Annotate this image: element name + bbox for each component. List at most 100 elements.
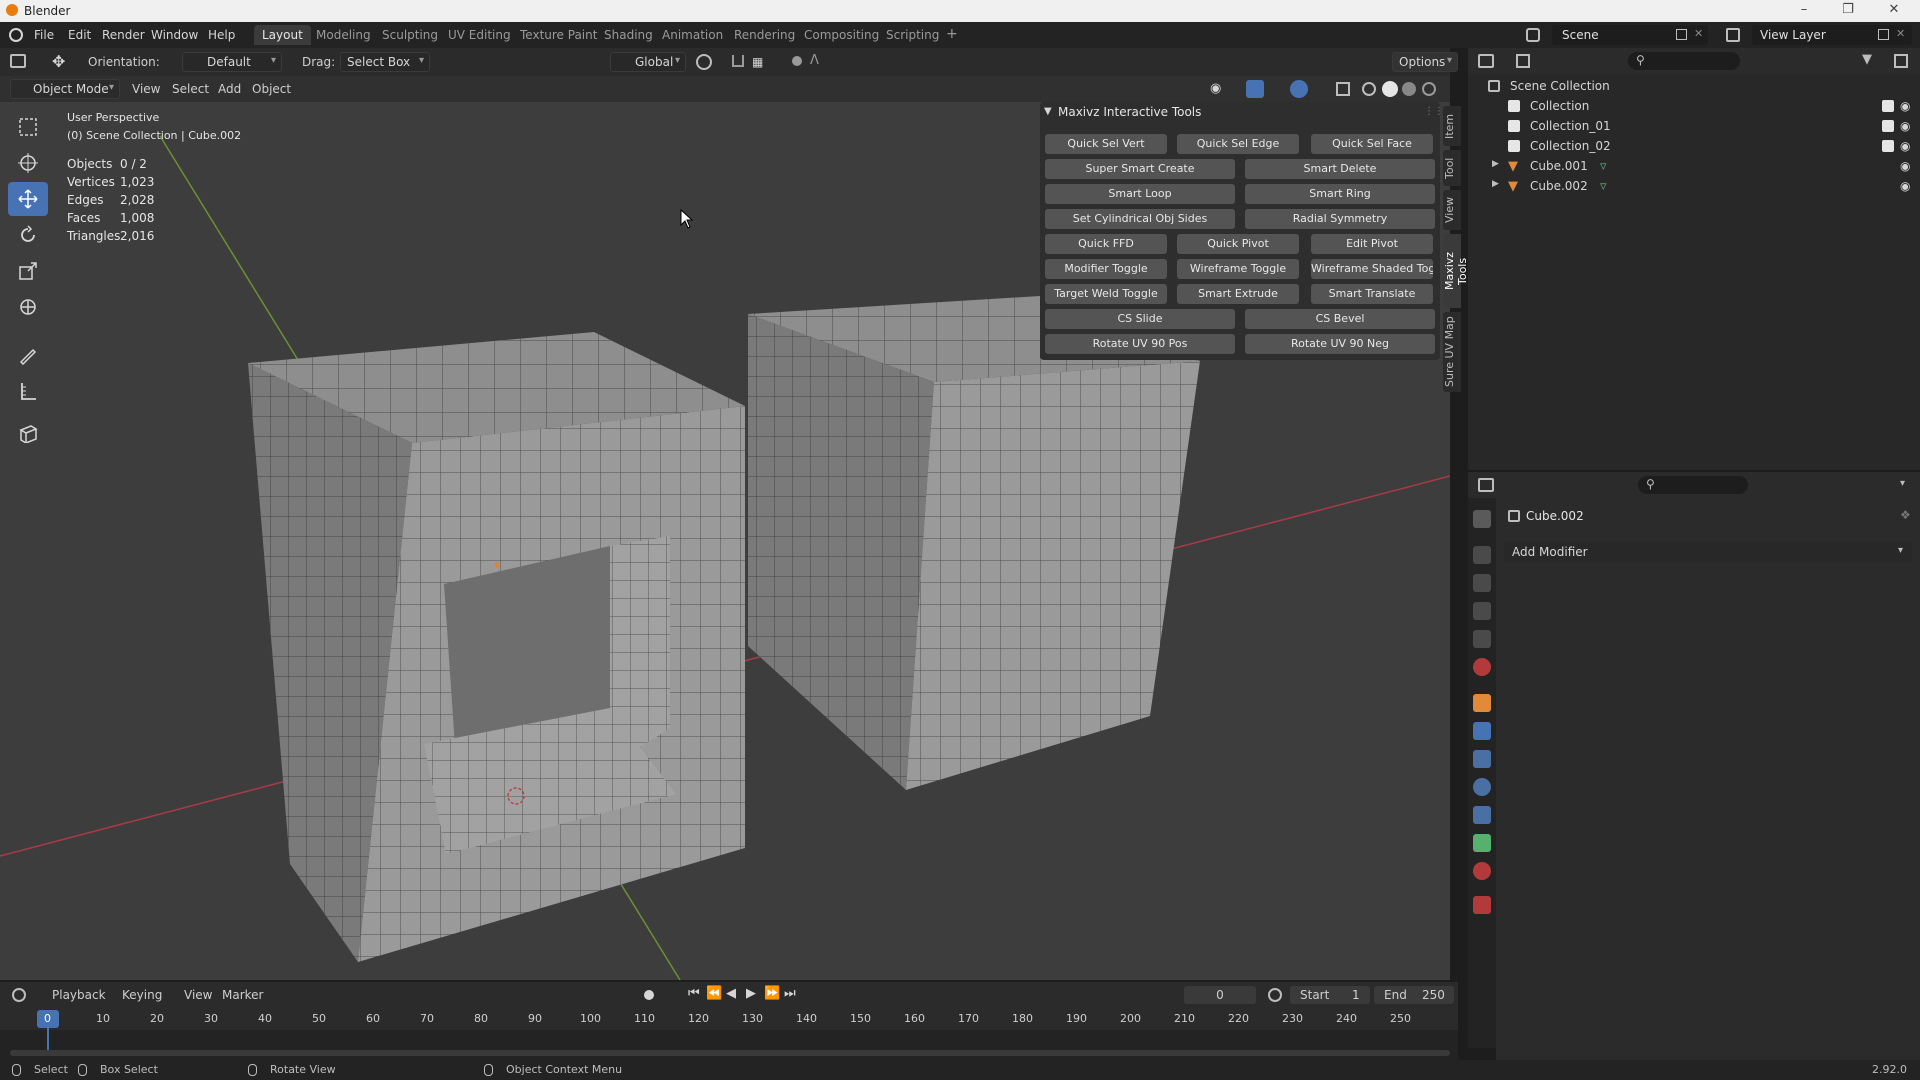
timeline-scrollbar[interactable]	[10, 1050, 1450, 1056]
super-smart-create-button[interactable]: Super Smart Create	[1045, 159, 1235, 179]
add-modifier-dropdown[interactable]: Add Modifier ▾	[1504, 542, 1912, 562]
collection-02-exclude-checkbox[interactable]	[1882, 140, 1894, 152]
move-tool-icon[interactable]: ✥	[52, 52, 65, 71]
rotate-uv-90-pos-button[interactable]: Rotate UV 90 Pos	[1045, 334, 1235, 354]
menu-edit[interactable]: Edit	[68, 28, 91, 42]
shading-material-icon[interactable]	[1402, 82, 1416, 96]
viewport-menu-object[interactable]: Object	[252, 82, 291, 96]
snap-grid-icon[interactable]: ▦	[752, 55, 763, 69]
target-weld-toggle-button[interactable]: Target Weld Toggle	[1045, 284, 1167, 304]
tab-texture-paint[interactable]: Texture Paint	[512, 25, 605, 45]
mesh-data-icon[interactable]: ▿	[1600, 179, 1607, 194]
shading-wireframe-icon[interactable]	[1362, 82, 1376, 96]
jump-end-icon[interactable]: ⏭	[784, 986, 796, 1001]
close-icon[interactable]: ✕	[1876, 2, 1912, 20]
outliner-row-cube-002[interactable]: ▶ ▼ Cube.002 ▿ ◉	[1468, 176, 1920, 196]
scene-icon[interactable]	[1526, 28, 1540, 42]
pin-icon[interactable]: ❖	[1900, 508, 1911, 522]
quick-sel-face-button[interactable]: Quick Sel Face	[1311, 134, 1433, 154]
collection-visibility-icon[interactable]: ◉	[1900, 99, 1910, 113]
material-properties-icon[interactable]	[1473, 862, 1491, 880]
view-layer-field[interactable]: View Layer ✕	[1752, 25, 1912, 45]
cs-bevel-button[interactable]: CS Bevel	[1245, 309, 1435, 329]
tab-scripting[interactable]: Scripting	[878, 25, 947, 45]
tab-uv-editing[interactable]: UV Editing	[440, 25, 519, 45]
menu-help[interactable]: Help	[208, 28, 235, 42]
cube-002-visibility-icon[interactable]: ◉	[1900, 179, 1910, 193]
constraints-properties-icon[interactable]	[1473, 806, 1491, 824]
play-reverse-icon[interactable]: ◀	[726, 986, 736, 1001]
modifier-properties-icon[interactable]	[1473, 722, 1491, 740]
tab-layout[interactable]: Layout	[254, 25, 311, 45]
collection-02-visibility-icon[interactable]: ◉	[1900, 139, 1910, 153]
minimize-icon[interactable]: –	[1786, 2, 1822, 20]
outliner-row-collection-01[interactable]: Collection_01 ◉	[1468, 116, 1920, 136]
wireframe-toggle-button[interactable]: Wireframe Toggle	[1177, 259, 1299, 279]
texture-properties-icon[interactable]	[1473, 896, 1491, 914]
tab-animation[interactable]: Animation	[654, 25, 731, 45]
viewport-menu-add[interactable]: Add	[218, 82, 241, 96]
jump-start-icon[interactable]: ⏮	[688, 986, 700, 1001]
blender-menu-icon[interactable]	[9, 28, 23, 42]
rotate-uv-90-neg-button[interactable]: Rotate UV 90 Neg	[1245, 334, 1435, 354]
collection-01-exclude-checkbox[interactable]	[1882, 120, 1894, 132]
quick-ffd-button[interactable]: Quick FFD	[1045, 234, 1167, 254]
set-cylindrical-obj-sides-button[interactable]: Set Cylindrical Obj Sides	[1045, 209, 1235, 229]
annotate-tool[interactable]	[8, 338, 48, 372]
quick-sel-vert-button[interactable]: Quick Sel Vert	[1045, 134, 1167, 154]
shading-rendered-icon[interactable]	[1422, 82, 1436, 96]
overlay-icon[interactable]	[1290, 80, 1308, 98]
scene-field[interactable]: Scene ✕	[1552, 25, 1708, 45]
tab-shading[interactable]: Shading	[596, 25, 661, 45]
outliner-row-collection[interactable]: Collection ◉	[1468, 96, 1920, 116]
transform-orientation-dropdown[interactable]: Global ▾	[610, 52, 686, 72]
viewport-menu-select[interactable]: Select	[172, 82, 209, 96]
radial-symmetry-button[interactable]: Radial Symmetry	[1245, 209, 1435, 229]
record-icon[interactable]	[644, 990, 654, 1000]
drag-handle-icon[interactable]: ⋮⋮	[1424, 106, 1444, 117]
start-frame-field[interactable]: Start 1	[1290, 986, 1370, 1004]
menu-window[interactable]: Window	[151, 28, 198, 42]
orientation-dropdown[interactable]: Default ▾	[182, 52, 282, 72]
smart-translate-button[interactable]: Smart Translate	[1311, 284, 1433, 304]
smart-ring-button[interactable]: Smart Ring	[1245, 184, 1435, 204]
editor-type-icon[interactable]	[10, 54, 26, 68]
visibility-icon[interactable]: ◉	[1210, 81, 1221, 96]
xray-icon[interactable]	[1336, 82, 1350, 96]
cursor-tool[interactable]	[8, 146, 48, 180]
end-frame-field[interactable]: End 250	[1374, 986, 1454, 1004]
expand-arrow-icon[interactable]: ▶	[1492, 159, 1499, 169]
menu-file[interactable]: File	[34, 28, 54, 42]
outliner-row-cube-001[interactable]: ▶ ▼ Cube.001 ▿ ◉	[1468, 156, 1920, 176]
stopwatch-icon[interactable]	[1268, 988, 1282, 1002]
outliner-row-collection-02[interactable]: Collection_02 ◉	[1468, 136, 1920, 156]
wireframe-shaded-toggle-button[interactable]: Wireframe Shaded Tog...	[1311, 259, 1433, 279]
select-box-tool[interactable]	[8, 110, 48, 144]
smart-loop-button[interactable]: Smart Loop	[1045, 184, 1235, 204]
add-cube-tool[interactable]	[8, 416, 48, 450]
timeline-editor-type-icon[interactable]	[12, 988, 26, 1002]
outliner-search-input[interactable]: ⚲	[1628, 52, 1740, 70]
data-properties-icon[interactable]	[1473, 834, 1491, 852]
drag-dropdown[interactable]: Select Box ▾	[340, 52, 430, 72]
scene-close-icon[interactable]: ✕	[1694, 27, 1703, 40]
tab-compositing[interactable]: Compositing	[796, 25, 887, 45]
tab-sculpting[interactable]: Sculpting	[374, 25, 446, 45]
tab-view[interactable]: View	[1443, 190, 1461, 230]
tool-properties-icon[interactable]	[1473, 510, 1491, 528]
rotate-tool[interactable]	[8, 218, 48, 252]
timeline-menu-keying[interactable]: Keying	[122, 988, 162, 1002]
tab-modeling[interactable]: Modeling	[308, 25, 379, 45]
outliner-editor-type-icon[interactable]	[1478, 54, 1494, 68]
tab-item[interactable]: Item	[1443, 106, 1461, 146]
properties-editor-type-icon[interactable]	[1478, 478, 1494, 492]
modifier-toggle-button[interactable]: Modifier Toggle	[1045, 259, 1167, 279]
scene-new-icon[interactable]	[1676, 29, 1687, 40]
timeline-menu-marker[interactable]: Marker	[222, 988, 263, 1002]
transform-tool[interactable]	[8, 290, 48, 324]
view-layer-properties-icon[interactable]	[1473, 602, 1491, 620]
shading-solid-icon[interactable]	[1382, 81, 1398, 97]
scale-tool[interactable]	[8, 254, 48, 288]
proportional-edit-icon[interactable]	[792, 56, 802, 66]
cs-slide-button[interactable]: CS Slide	[1045, 309, 1235, 329]
